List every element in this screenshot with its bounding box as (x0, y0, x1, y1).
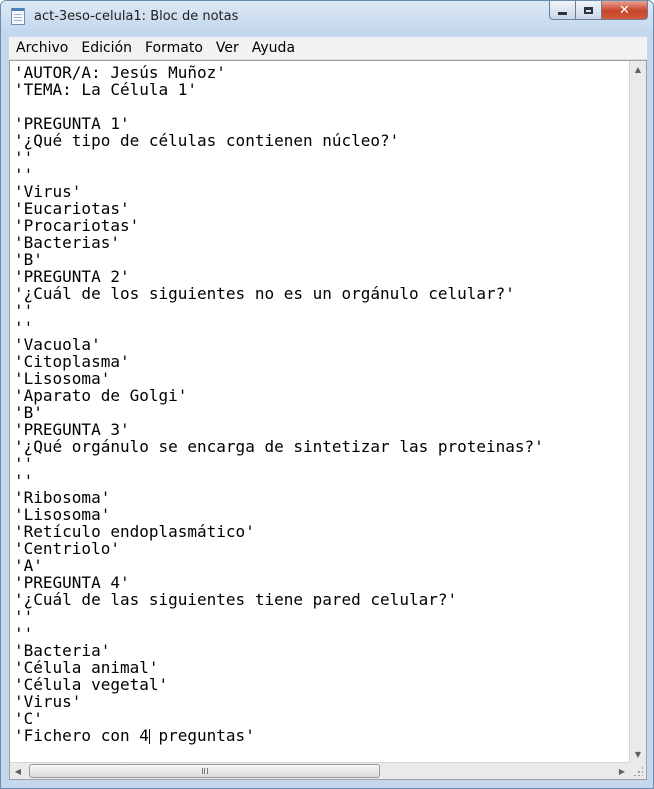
horizontal-scroll-thumb[interactable] (29, 764, 380, 778)
scroll-left-arrow-icon[interactable]: ◀ (10, 763, 26, 779)
text-line: '¿Qué orgánulo se encarga de sintetizar … (14, 437, 544, 456)
text-line: '¿Qué tipo de células contienen núcleo?' (14, 131, 400, 150)
minimize-icon (558, 11, 567, 15)
minimize-button[interactable] (549, 1, 576, 20)
menu-ayuda[interactable]: Ayuda (245, 40, 301, 56)
title-bar[interactable]: act-3eso-celula1: Bloc de notas ✕ (1, 1, 653, 33)
scroll-up-arrow-icon[interactable]: ▲ (630, 61, 646, 77)
scroll-down-arrow-icon[interactable]: ▼ (630, 746, 646, 762)
window-controls: ✕ (549, 1, 648, 21)
menu-ver[interactable]: Ver (209, 40, 245, 56)
menu-formato[interactable]: Formato (138, 40, 209, 56)
vertical-scrollbar[interactable]: ▲ ▼ (629, 61, 646, 762)
window-title: act-3eso-celula1: Bloc de notas (34, 9, 239, 24)
resize-grip-icon[interactable] (633, 766, 643, 776)
menu-bar: Archivo Edición Formato Ver Ayuda (9, 37, 647, 60)
menu-edicion[interactable]: Edición (74, 40, 138, 56)
notepad-app-icon[interactable] (11, 8, 25, 25)
grip-icon (201, 768, 208, 774)
maximize-button[interactable] (576, 1, 602, 20)
horizontal-scrollbar[interactable]: ◀ ▶ (10, 762, 630, 779)
document-text[interactable]: 'AUTOR/A: Jesús Muñoz' 'TEMA: La Célula … (14, 64, 544, 744)
text-line: '¿Cuál de las siguientes tiene pared cel… (14, 590, 458, 609)
notepad-window: act-3eso-celula1: Bloc de notas ✕ Archiv… (0, 0, 654, 789)
text-line: '¿Cuál de los siguientes no es un orgánu… (14, 284, 515, 303)
close-icon: ✕ (619, 2, 630, 18)
scroll-right-arrow-icon[interactable]: ▶ (614, 763, 630, 779)
scrollbar-corner (629, 762, 646, 779)
menu-archivo[interactable]: Archivo (9, 40, 74, 56)
text-line: preguntas' (148, 726, 255, 745)
text-line: 'TEMA: La Célula 1' (14, 80, 198, 99)
close-button[interactable]: ✕ (602, 1, 648, 20)
text-line: 'Fichero con 4 (14, 726, 149, 745)
maximize-icon (584, 6, 593, 14)
text-editor[interactable]: 'AUTOR/A: Jesús Muñoz' 'TEMA: La Célula … (9, 60, 647, 780)
